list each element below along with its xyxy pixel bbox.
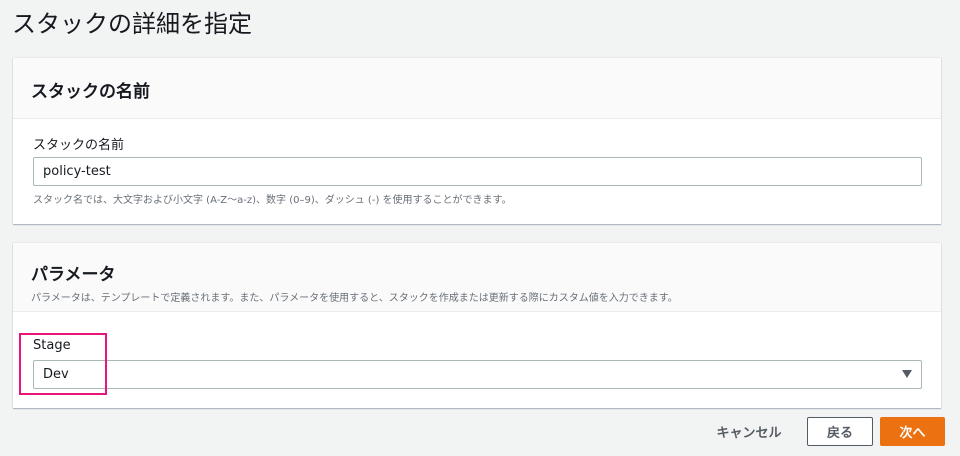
caret-down-icon <box>902 370 912 378</box>
stack-name-input[interactable]: policy-test <box>33 157 922 186</box>
stack-name-help: スタック名では、大文字および小文字 (A-Z～a-z)、数字 (0–9)、ダッシ… <box>33 195 512 206</box>
stack-name-heading: スタックの名前 <box>31 82 150 102</box>
highlight-box <box>19 333 107 395</box>
back-button[interactable]: 戻る <box>807 417 873 446</box>
stack-name-label: スタックの名前 <box>33 138 125 153</box>
cancel-button[interactable]: キャンセル <box>705 417 793 446</box>
parameters-description: パラメータは、テンプレートで定義されます。また、パラメータを使用すると、スタック… <box>31 293 678 304</box>
panel-header: スタックの名前 <box>13 58 941 119</box>
next-button[interactable]: 次へ <box>880 417 945 446</box>
stack-name-panel: スタックの名前 スタックの名前 policy-test スタック名では、大文字お… <box>13 58 941 224</box>
parameters-panel: パラメータ パラメータは、テンプレートで定義されます。また、パラメータを使用する… <box>13 243 941 408</box>
panel-header: パラメータ パラメータは、テンプレートで定義されます。また、パラメータを使用する… <box>13 243 941 312</box>
parameters-heading: パラメータ <box>31 265 116 285</box>
stage-select[interactable]: Dev <box>33 360 922 389</box>
page-title: スタックの詳細を指定 <box>12 10 252 38</box>
